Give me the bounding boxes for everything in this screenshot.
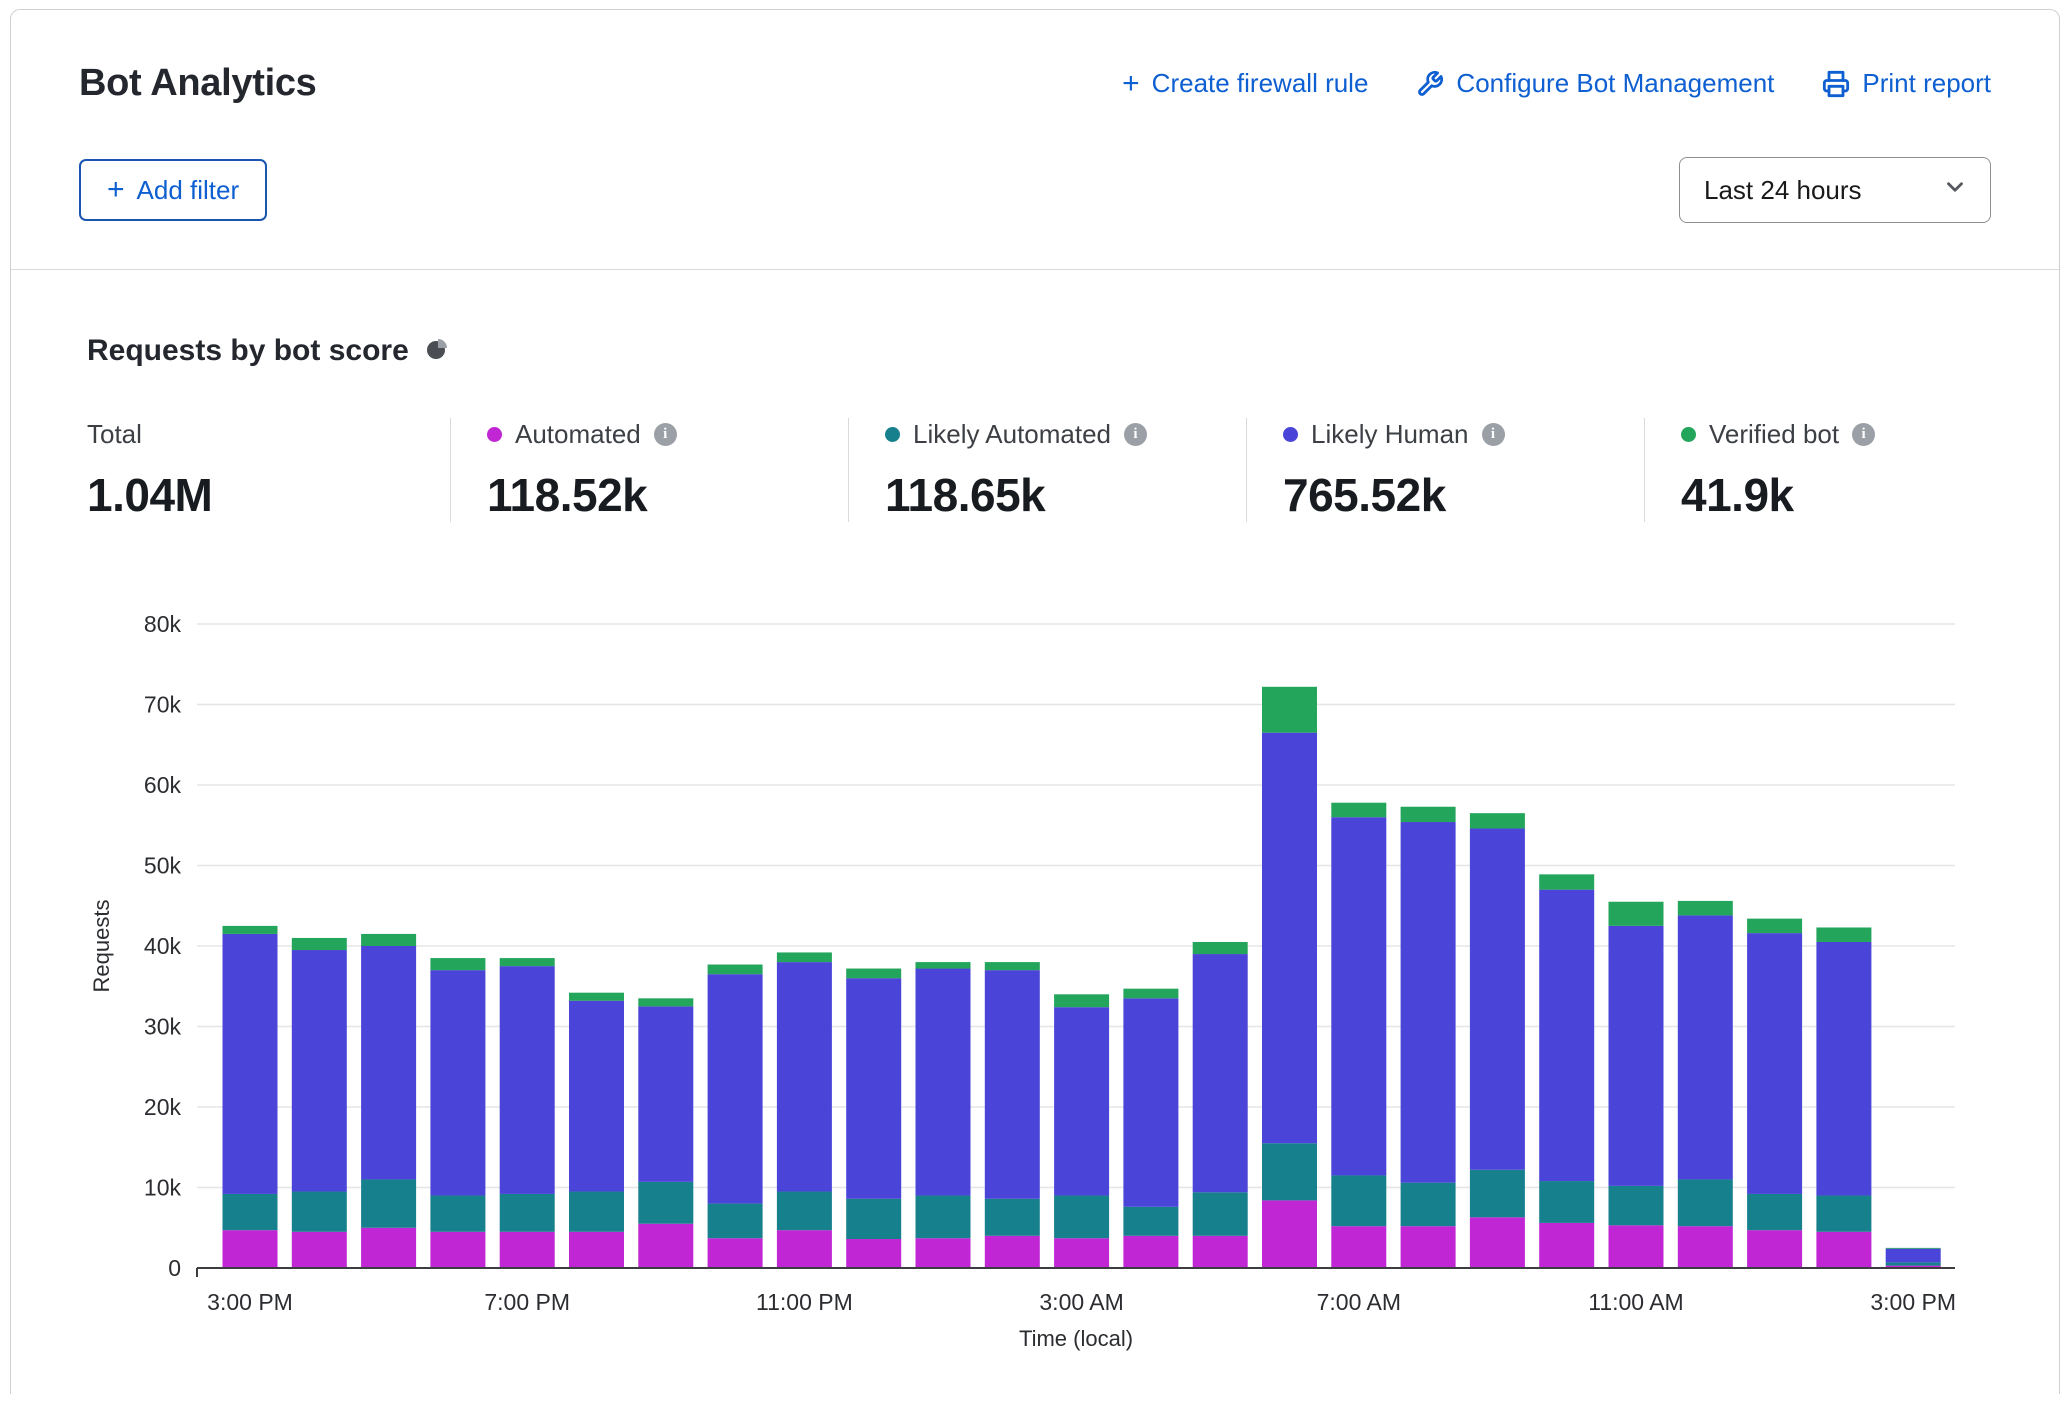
plus-icon: + xyxy=(107,175,125,205)
svg-text:Time (local): Time (local) xyxy=(1019,1326,1133,1351)
add-filter-button[interactable]: + Add filter xyxy=(79,159,267,221)
svg-text:80k: 80k xyxy=(144,611,182,637)
stat-total-label: Total xyxy=(87,419,142,450)
stat-likely-automated-value: 118.65k xyxy=(885,468,1246,522)
requests-section: Requests by bot score Total 1.04M Automa… xyxy=(11,270,2059,1358)
add-filter-label: Add filter xyxy=(137,175,240,206)
stat-likely-human-label: Likely Human xyxy=(1311,419,1469,450)
svg-text:70k: 70k xyxy=(144,692,182,718)
svg-text:30k: 30k xyxy=(144,1014,182,1040)
stat-verified-bot: Verified bot i 41.9k xyxy=(1644,418,1983,522)
chevron-down-icon xyxy=(1942,174,1968,207)
stat-verified-bot-value: 41.9k xyxy=(1681,468,1983,522)
stat-verified-bot-label: Verified bot xyxy=(1709,419,1839,450)
svg-text:20k: 20k xyxy=(144,1094,182,1120)
plus-icon: + xyxy=(1122,69,1140,99)
likely-automated-legend-dot xyxy=(885,427,900,442)
svg-text:7:00 AM: 7:00 AM xyxy=(1317,1289,1401,1315)
stat-automated-label: Automated xyxy=(515,419,641,450)
time-range-value: Last 24 hours xyxy=(1704,175,1862,206)
info-icon[interactable]: i xyxy=(1124,423,1147,446)
stat-automated: Automated i 118.52k xyxy=(450,418,848,522)
configure-bot-management-label: Configure Bot Management xyxy=(1456,68,1774,99)
svg-text:10k: 10k xyxy=(144,1175,182,1201)
section-title: Requests by bot score xyxy=(87,334,409,368)
create-firewall-rule-label: Create firewall rule xyxy=(1152,68,1369,99)
wrench-icon xyxy=(1416,70,1444,98)
svg-text:0: 0 xyxy=(168,1255,181,1281)
svg-text:11:00 PM: 11:00 PM xyxy=(756,1289,853,1315)
svg-text:3:00 AM: 3:00 AM xyxy=(1039,1289,1123,1315)
svg-text:3:00 PM: 3:00 PM xyxy=(1870,1289,1956,1315)
svg-text:50k: 50k xyxy=(144,853,182,879)
info-icon[interactable]: i xyxy=(654,423,677,446)
stats-row: Total 1.04M Automated i 118.52k Likely A… xyxy=(11,418,2059,522)
stat-likely-automated: Likely Automated i 118.65k xyxy=(848,418,1246,522)
create-firewall-rule-link[interactable]: + Create firewall rule xyxy=(1122,68,1368,99)
info-icon[interactable]: i xyxy=(1852,423,1875,446)
automated-legend-dot xyxy=(487,427,502,442)
configure-bot-management-link[interactable]: Configure Bot Management xyxy=(1416,68,1774,99)
requests-stacked-bar-chart: 0 10k 20k 30k 40k 50k 60k 70k 80k 3:00 PM 7:00 PM 1… xyxy=(11,598,2061,1358)
stat-likely-human: Likely Human i 765.52k xyxy=(1246,418,1644,522)
verified-bot-legend-dot xyxy=(1681,427,1696,442)
svg-text:3:00 PM: 3:00 PM xyxy=(207,1289,293,1315)
time-range-select[interactable]: Last 24 hours xyxy=(1679,157,1991,223)
info-icon[interactable]: i xyxy=(1482,423,1505,446)
stat-likely-human-value: 765.52k xyxy=(1283,468,1644,522)
stat-automated-value: 118.52k xyxy=(487,468,848,522)
print-report-link[interactable]: Print report xyxy=(1822,68,1991,99)
svg-text:Requests: Requests xyxy=(89,900,114,993)
print-report-label: Print report xyxy=(1862,68,1991,99)
page-title: Bot Analytics xyxy=(79,62,317,105)
pie-chart-icon xyxy=(425,337,449,366)
bot-analytics-page: Bot Analytics + Create firewall rule Con… xyxy=(10,9,2060,1394)
header-actions: + Create firewall rule Configure Bot Man… xyxy=(1122,68,1991,99)
svg-text:7:00 PM: 7:00 PM xyxy=(484,1289,570,1315)
stat-total-value: 1.04M xyxy=(87,468,450,522)
likely-human-legend-dot xyxy=(1283,427,1298,442)
stat-total: Total 1.04M xyxy=(87,418,450,522)
svg-text:60k: 60k xyxy=(144,772,182,798)
stat-likely-automated-label: Likely Automated xyxy=(913,419,1111,450)
printer-icon xyxy=(1822,70,1850,98)
svg-text:11:00 AM: 11:00 AM xyxy=(1588,1289,1683,1315)
svg-text:40k: 40k xyxy=(144,933,182,959)
page-header: Bot Analytics + Create firewall rule Con… xyxy=(11,10,2059,270)
